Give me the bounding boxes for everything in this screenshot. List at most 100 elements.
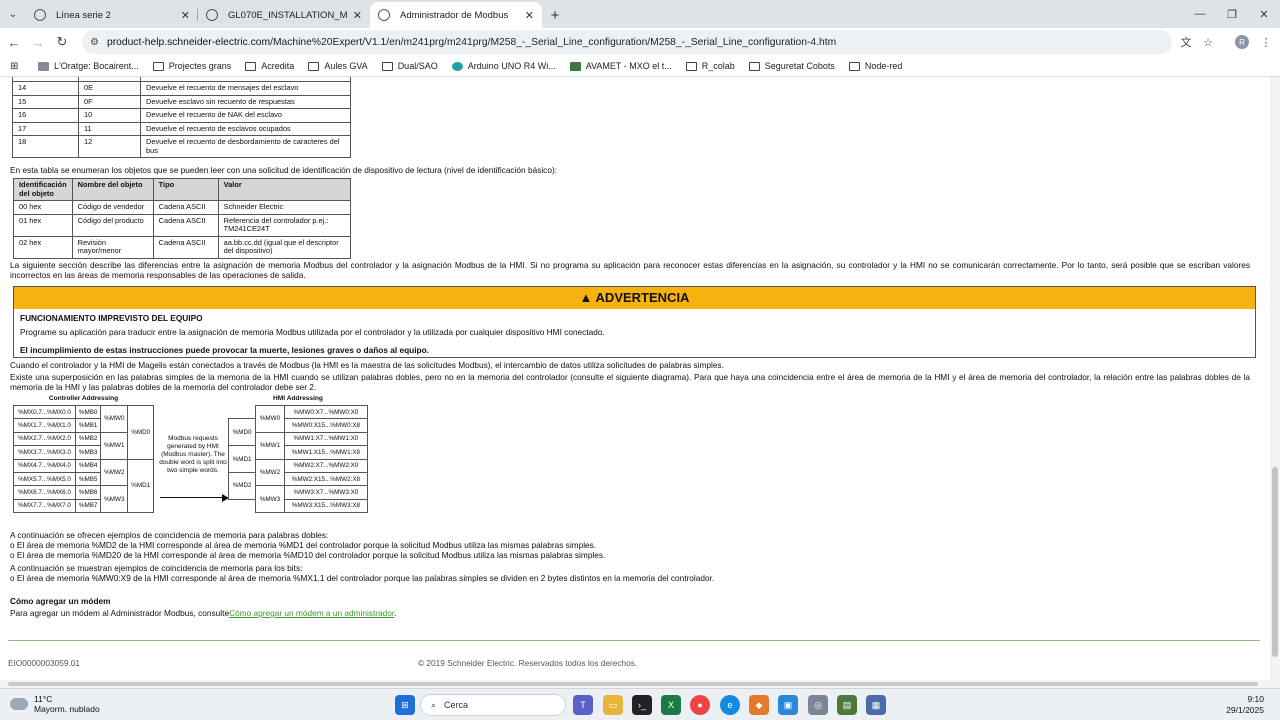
footer-divider	[8, 640, 1260, 641]
tab-modbus[interactable]: Administrador de Modbus ✕	[370, 2, 542, 28]
memory-mapping-diagram: Controller Addressing %MX0.7...%MX0.0 %MB…	[10, 390, 370, 515]
back-icon[interactable]: ←	[2, 35, 26, 50]
bookmark-star-icon[interactable]: ☆	[1198, 28, 1218, 56]
weather-widget[interactable]: 11°C Mayorm. nublado	[10, 694, 100, 714]
hmi-addressing-title: HMI Addressing	[273, 395, 323, 402]
modem-paragraph: Para agregar un módem al Administrador M…	[10, 608, 397, 618]
bookmark-label: Dual/SAO	[397, 61, 438, 71]
copyright: © 2019 Schneider Electric. Reservados to…	[418, 658, 638, 668]
browser-active-icon[interactable]: ◎	[808, 695, 828, 715]
folder-icon	[308, 61, 320, 71]
list-item: o El área de memoria %MD2 de la HMI corr…	[10, 540, 597, 550]
function-code-table: 14 0E Devuelve el recuento de mensajes del…	[12, 77, 351, 159]
warning-heading: FUNCIONAMIENTO IMPREVISTO DEL EQUIPO	[20, 313, 203, 323]
folder-icon	[245, 61, 257, 71]
table-row: 18 12 Devuelve el recuento de desbordamien…	[12, 135, 351, 159]
chrome-icon[interactable]: ●	[690, 695, 710, 715]
tab-search-button[interactable]: ⌄	[0, 0, 26, 28]
bookmark-item[interactable]: Arduino UNO R4 Wi...	[451, 61, 556, 71]
site-info-icon[interactable]: ⚙	[90, 37, 99, 48]
paragraph: En esta tabla se enumeran los objetos qu…	[10, 165, 558, 175]
close-icon[interactable]: ✕	[525, 9, 534, 22]
warning-box: ▲ ADVERTENCIA FUNCIONAMIENTO IMPREVISTO …	[13, 286, 1256, 358]
paragraph: A continuación se muestran ejemplos de c…	[10, 563, 303, 573]
tab-linea-serie[interactable]: Línea serie 2 ✕	[26, 2, 198, 28]
restore-icon[interactable]: ❐	[1216, 0, 1248, 28]
warning-header: ▲ ADVERTENCIA	[14, 287, 1255, 309]
warning-consequence: El incumplimiento de estas instrucciones…	[20, 345, 429, 355]
bookmark-label: Seguretat Cobots	[764, 61, 835, 71]
modem-heading: Cómo agregar un módem	[10, 596, 111, 606]
globe-icon	[206, 9, 218, 21]
bookmark-folder[interactable]: Seguretat Cobots	[748, 61, 835, 71]
new-tab-button[interactable]: +	[542, 2, 568, 28]
globe-icon	[378, 9, 390, 21]
reload-icon[interactable]: ↻	[50, 34, 74, 50]
bookmark-label: R_colab	[701, 61, 735, 71]
bookmark-label: Projectes grans	[168, 61, 232, 71]
table-row: 14 0E Devuelve el recuento de mensajes del…	[12, 81, 351, 96]
table-row: 00 hex Código de vendedor Cadena ASCII Schn…	[13, 200, 352, 215]
weather-text: Mayorm. nublado	[34, 704, 100, 714]
close-window-icon[interactable]: ✕	[1248, 0, 1280, 28]
tab-gl070e[interactable]: GL070E_INSTALLATION_MANU ✕	[198, 2, 370, 28]
close-icon[interactable]: ✕	[353, 9, 362, 22]
bookmark-folder[interactable]: Dual/SAO	[381, 61, 438, 71]
start-icon[interactable]: ⊞	[395, 695, 415, 715]
bookmark-item[interactable]: L'Oratge: Bocairent...	[38, 61, 139, 71]
app-icon[interactable]: ▣	[778, 695, 798, 715]
warning-icon: ▲	[579, 290, 596, 305]
apps-grid-icon[interactable]: ⊞	[10, 61, 24, 72]
edge-icon[interactable]: e	[720, 695, 740, 715]
bookmark-label: Aules GVA	[324, 61, 368, 71]
tab-title: Línea serie 2	[56, 9, 111, 21]
bookmark-folder[interactable]: Aules GVA	[308, 61, 368, 71]
bookmark-label: Node-red	[864, 61, 903, 71]
tab-title: Administrador de Modbus	[400, 9, 509, 21]
app-icon[interactable]: ▦	[866, 695, 886, 715]
scrollbar-thumb[interactable]	[1272, 467, 1278, 657]
url-path: /Machine%20Expert/V1.1/en/m241prg/m241pr…	[270, 36, 837, 48]
terminal-icon[interactable]: ›_	[632, 695, 652, 715]
bookmark-item[interactable]: AVAMET - MXO el t...	[569, 61, 672, 71]
excel-icon[interactable]: X	[661, 695, 681, 715]
bookmark-label: AVAMET - MXO el t...	[585, 61, 672, 71]
table-row: 17 11 Devuelve el recuento de esclavos ocu…	[12, 121, 351, 137]
avatar: R	[1235, 35, 1249, 49]
file-explorer-icon[interactable]: ▭	[603, 695, 623, 715]
app-icon[interactable]: ▤	[837, 695, 857, 715]
taskbar-search[interactable]: ⌕ Cerca	[420, 694, 566, 716]
profile-button[interactable]: R	[1232, 28, 1252, 56]
list-item: o El área de memoria %MD20 de la HMI cor…	[10, 550, 606, 560]
bookmark-folder[interactable]: Projectes grans	[152, 61, 232, 71]
bookmark-label: Acredita	[261, 61, 295, 71]
paragraph: A continuación se ofrecen ejemplos de co…	[10, 530, 329, 540]
address-bar[interactable]: ⚙ product-help.schneider-electric.com/Ma…	[82, 30, 1172, 54]
modem-link[interactable]: Cómo agregar un módem a un administrador	[229, 608, 394, 618]
folder-icon	[152, 61, 164, 71]
site-icon	[569, 61, 581, 71]
horizontal-scrollbar[interactable]	[0, 680, 1270, 688]
bookmark-folder[interactable]: Node-red	[848, 61, 903, 71]
vertical-scrollbar[interactable]	[1270, 77, 1280, 688]
paragraph: Cuando el controlador y la HMI de Mageli…	[10, 360, 724, 370]
tab-strip: ⌄ Línea serie 2 ✕ GL070E_INSTALLATION_MA…	[0, 0, 1280, 28]
close-icon[interactable]: ✕	[181, 9, 190, 22]
menu-icon[interactable]: ⋮	[1256, 28, 1276, 56]
bookmark-label: Arduino UNO R4 Wi...	[467, 61, 556, 71]
bookmark-folder[interactable]: Acredita	[245, 61, 294, 71]
folder-icon	[748, 61, 760, 71]
clock[interactable]: 9:10 29/1/2025	[1226, 694, 1264, 716]
teams-icon[interactable]: T	[573, 695, 593, 715]
scrollbar-thumb[interactable]	[8, 682, 1258, 686]
translate-icon[interactable]: 文	[1176, 28, 1196, 56]
bookmark-folder[interactable]: R_colab	[685, 61, 735, 71]
app-icon[interactable]: ◆	[749, 695, 769, 715]
tab-title: GL070E_INSTALLATION_MANU	[228, 9, 347, 21]
table-row: 15 0F Devuelve esclavo sin recuento de res…	[12, 94, 351, 110]
minimize-icon[interactable]: —	[1184, 0, 1216, 28]
cloud-icon	[10, 698, 28, 710]
forward-icon[interactable]: →	[26, 35, 50, 50]
paragraph: La siguiente sección describe las difere…	[10, 260, 1250, 280]
folder-icon	[685, 61, 697, 71]
